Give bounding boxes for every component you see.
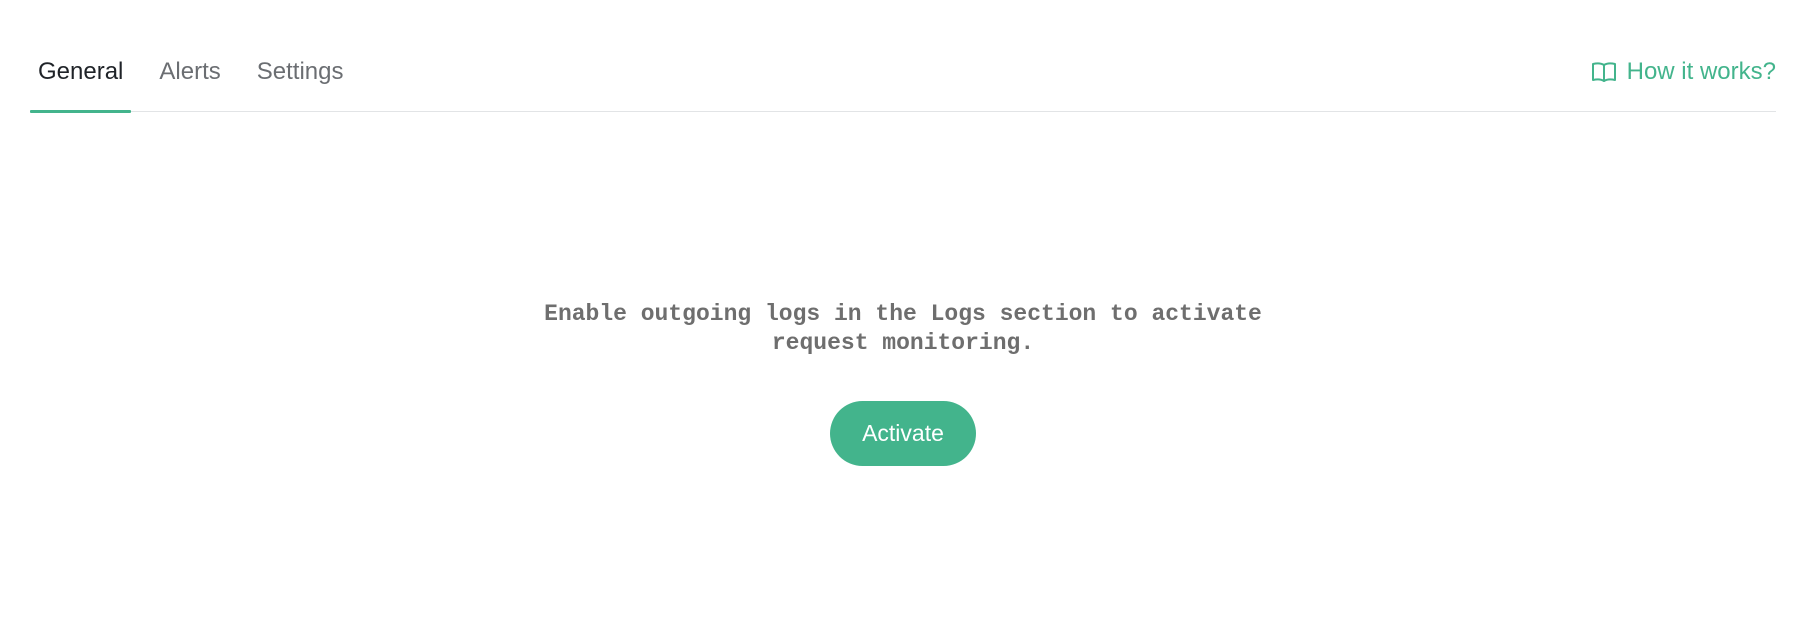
empty-state-message: Enable outgoing logs in the Logs section…: [523, 300, 1283, 358]
tab-general[interactable]: General: [30, 44, 132, 113]
tab-bar: General Alerts Settings How it works?: [30, 44, 1776, 113]
activate-button[interactable]: Activate: [830, 401, 976, 466]
book-open-icon: [1591, 59, 1617, 85]
empty-state-message-line-2: request monitoring.: [771, 330, 1035, 356]
how-it-works-link[interactable]: How it works?: [1591, 58, 1776, 86]
empty-state-message-line-1: Enable outgoing logs in the Logs section…: [544, 301, 1262, 327]
empty-state: Enable outgoing logs in the Logs section…: [0, 300, 1800, 466]
tab-list: General Alerts Settings: [30, 44, 371, 113]
tab-alerts[interactable]: Alerts: [151, 44, 228, 111]
tab-settings[interactable]: Settings: [249, 44, 352, 111]
how-it-works-label: How it works?: [1626, 58, 1776, 85]
